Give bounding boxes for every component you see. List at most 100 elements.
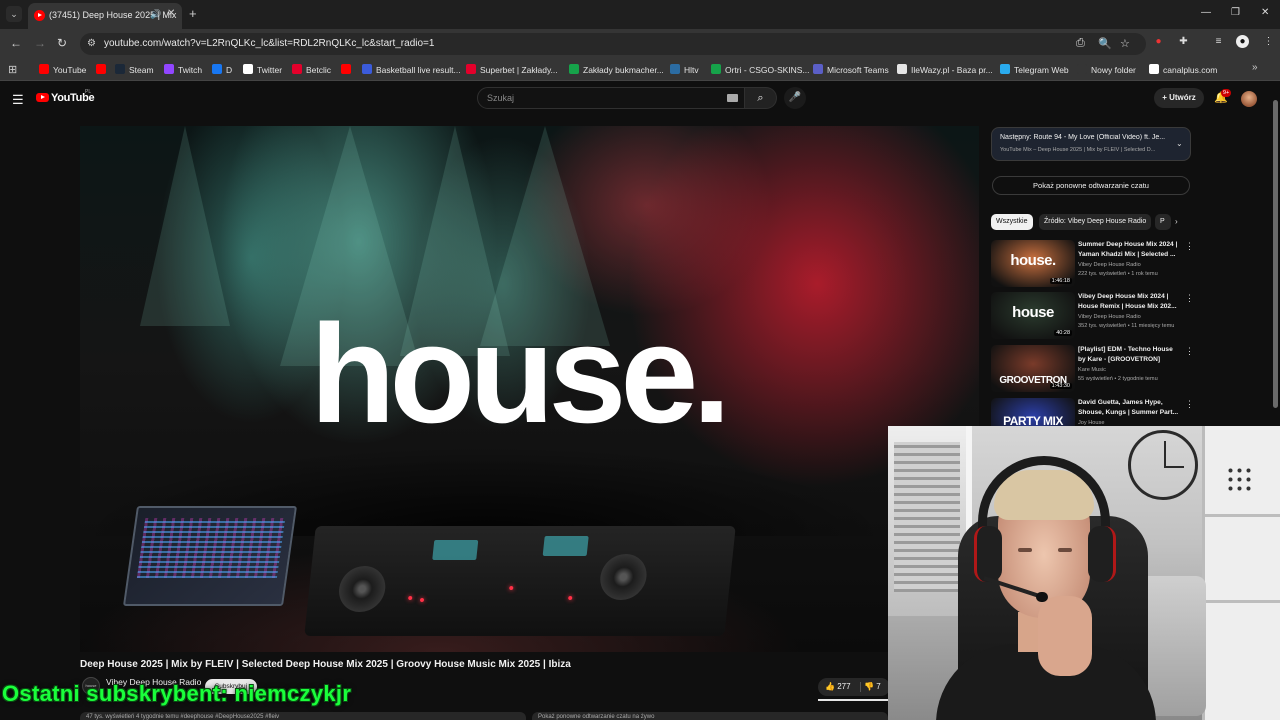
new-tab-button[interactable]: + (189, 6, 197, 21)
recommended-meta: 55 wyświetleń • 2 tygodnie temu (1078, 376, 1158, 382)
headset-earcup (974, 526, 1002, 582)
video-player[interactable]: house. (80, 126, 979, 652)
bookmark-label: Microsoft Teams (827, 65, 889, 75)
bookmark-item[interactable]: D (212, 63, 232, 77)
search-input[interactable]: Szukaj (477, 87, 745, 109)
restore-button[interactable]: ❐ (1231, 7, 1240, 18)
install-app-icon[interactable]: ⎙ (1076, 37, 1085, 50)
bookmark-item[interactable]: IleWazy.pl - Baza pr... (897, 63, 993, 77)
bookmark-favicon-icon (115, 64, 125, 74)
bookmark-label: canalplus.com (1163, 65, 1218, 75)
create-button[interactable]: + Utwórz (1154, 88, 1204, 108)
shelf-knobs (1226, 466, 1252, 492)
bookmark-favicon-icon (96, 64, 106, 74)
microphone-icon[interactable]: 🎤 (784, 87, 806, 109)
bookmark-favicon-icon (292, 64, 302, 74)
more-bookmarks-icon[interactable]: » (1252, 62, 1258, 73)
recommended-channel[interactable]: Kare Music (1078, 367, 1106, 373)
more-options-icon[interactable]: ⋮ (1185, 293, 1194, 304)
extension-icon[interactable]: ● (1152, 35, 1165, 48)
address-bar[interactable]: ⚙ youtube.com/watch?v=L2RnQLKc_lc&list=R… (80, 33, 1146, 55)
bookmark-item[interactable] (96, 63, 110, 77)
bookmark-item[interactable]: Hltv (670, 63, 699, 77)
account-avatar[interactable] (1241, 91, 1257, 107)
bookmark-favicon-icon (1000, 64, 1010, 74)
bookmark-label: Twitch (178, 65, 203, 75)
bookmark-item[interactable]: Microsoft Teams (813, 63, 889, 77)
controller-led (419, 598, 425, 602)
zoom-icon[interactable]: 🔍 (1098, 37, 1112, 50)
bookmark-item[interactable]: Steam (115, 63, 154, 77)
bookmark-item[interactable]: canalplus.com (1149, 63, 1217, 77)
bookmark-item[interactable] (341, 63, 355, 77)
bookmark-label: Steam (129, 65, 154, 75)
bookmark-label: Zakłady bukmacher... (583, 65, 664, 75)
video-thumbnail[interactable]: house 40:28 (991, 292, 1075, 339)
search-icon[interactable]: ⌕ (745, 87, 777, 109)
reload-button[interactable]: ↻ (57, 36, 67, 50)
like-count: 277 (837, 682, 851, 691)
recommended-channel[interactable]: Vibey Deep House Radio (1078, 262, 1141, 268)
bookmark-item[interactable]: Nowy folder (1077, 63, 1136, 77)
live-chat-replay-box[interactable]: Pokaż ponowne odtwarzanie czatu na żywo (532, 712, 888, 720)
chip-all[interactable]: Wszystkie (991, 214, 1033, 230)
speaker-icon[interactable]: 🔊 (150, 9, 161, 20)
bookmark-star-icon[interactable]: ☆ (1120, 37, 1130, 50)
mix-playlist-panel[interactable]: Następny: Route 94 - My Love (Official V… (991, 127, 1191, 161)
country-code: PL (85, 89, 92, 95)
chip-source-channel[interactable]: Źródło: Vibey Deep House Radio (1039, 214, 1152, 230)
controller-screen (432, 540, 479, 560)
tab-groups-icon[interactable]: ≡ (1212, 35, 1225, 48)
chevron-down-icon[interactable]: ⌄ (1176, 139, 1183, 148)
bookmark-item[interactable]: Ortri - CSGO-SKINS... (711, 63, 810, 77)
active-tab[interactable]: (37451) Deep House 2025 | Mix 🔊 ✕ (28, 3, 182, 29)
bookmark-label: Twitter (257, 65, 283, 75)
notification-badge: 9+ (1221, 89, 1232, 97)
more-options-icon[interactable]: ⋮ (1185, 241, 1194, 252)
bookmark-item[interactable]: Basketball live result... (362, 63, 461, 77)
extensions-puzzle-icon[interactable]: ✚ (1177, 35, 1190, 48)
recommended-video[interactable]: GROOVETRON 1:43:30 [Playlist] EDM - Techno… (991, 345, 1194, 395)
site-info-icon[interactable]: ⚙ (87, 38, 96, 49)
dislike-button[interactable]: 👎 7 (864, 682, 881, 691)
recommended-title[interactable]: Vibey Deep House Mix 2024 | House Remix … (1078, 292, 1182, 312)
tab-search-button[interactable]: ⌄ (6, 6, 22, 22)
bookmark-item[interactable]: Twitter (243, 63, 282, 77)
show-chat-replay-button[interactable]: Pokaż ponowne odtwarzanie czatu (992, 176, 1190, 195)
close-icon[interactable]: ✕ (167, 8, 175, 19)
forward-button[interactable]: → (34, 36, 46, 50)
bookmark-item[interactable]: Betclic (292, 63, 331, 77)
chevron-right-icon[interactable]: › (1175, 217, 1178, 226)
video-thumbnail[interactable]: GROOVETRON 1:43:30 (991, 345, 1075, 392)
recommended-title[interactable]: Summer Deep House Mix 2024 | Yaman Khadz… (1078, 240, 1182, 260)
video-duration: 40:28 (1054, 330, 1072, 336)
chip-more[interactable]: P (1155, 214, 1171, 230)
video-thumbnail[interactable]: house. 1:46:18 (991, 240, 1075, 287)
recommended-video[interactable]: house 40:28 Vibey Deep House Mix 2024 | Ho… (991, 292, 1194, 342)
recommended-video[interactable]: house. 1:46:18 Summer Deep House Mix 2024 … (991, 240, 1194, 290)
menu-icon[interactable]: ☰ (12, 92, 24, 108)
minimize-button[interactable]: — (1201, 7, 1211, 18)
more-options-icon[interactable]: ⋮ (1185, 346, 1194, 357)
bookmark-label: YouTube (53, 65, 87, 75)
back-button[interactable]: ← (10, 36, 22, 50)
like-button[interactable]: 👍 277 (825, 682, 851, 691)
bookmark-item[interactable]: Superbet | Zakłady... (466, 63, 558, 77)
more-options-icon[interactable]: ⋮ (1185, 399, 1194, 410)
youtube-logo-icon[interactable] (36, 93, 49, 102)
close-window-button[interactable]: ✕ (1261, 7, 1269, 18)
page-scrollbar[interactable] (1273, 100, 1278, 408)
recommended-title[interactable]: [Playlist] EDM - Techno House by Kare - … (1078, 345, 1182, 365)
bookmark-item[interactable]: Zakłady bukmacher... (569, 63, 664, 77)
profile-icon[interactable]: ● (1236, 35, 1249, 48)
browser-menu-icon[interactable]: ⋮ (1262, 35, 1275, 48)
recommended-title[interactable]: David Guetta, James Hype, Shouse, Kungs … (1078, 398, 1182, 418)
bookmark-item[interactable]: YouTube (39, 63, 86, 77)
keyboard-icon[interactable] (727, 94, 738, 102)
bookmarks-bar: ⊞ YouTube Steam Twitch D Twitter Betclic Baske… (0, 58, 1280, 81)
recommended-channel[interactable]: Vibey Deep House Radio (1078, 314, 1141, 320)
bookmark-item[interactable]: Telegram Web (1000, 63, 1069, 77)
description-box[interactable]: 47 tys. wyświetleń 4 tygodnie temu #deep… (80, 712, 526, 720)
apps-grid-icon[interactable]: ⊞ (8, 63, 17, 76)
bookmark-item[interactable]: Twitch (164, 63, 202, 77)
